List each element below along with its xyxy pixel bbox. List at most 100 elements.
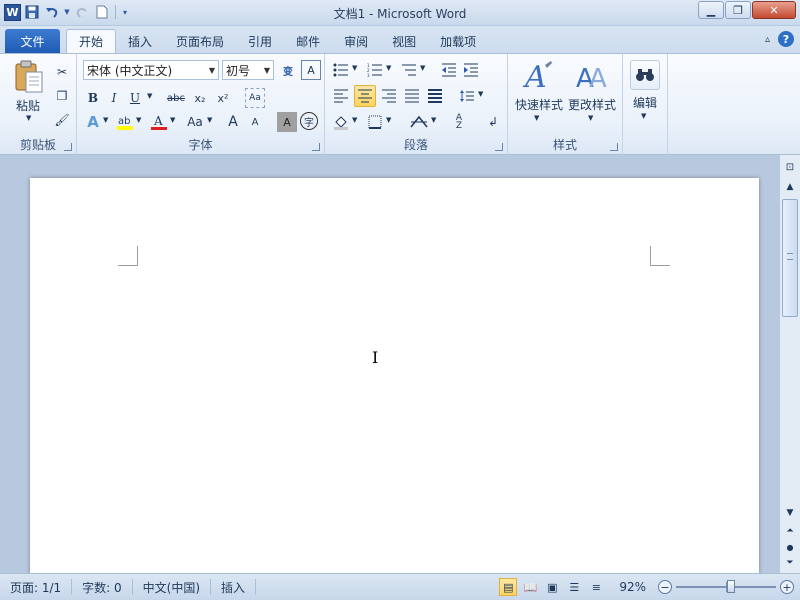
superscript-button[interactable]: x²	[213, 88, 233, 108]
zoom-knob[interactable]	[727, 580, 735, 593]
page-count[interactable]: 页面: 1/1	[0, 579, 73, 595]
numbering-icon[interactable]: 123	[365, 60, 385, 80]
word-count[interactable]: 字数: 0	[72, 579, 133, 595]
tab-review[interactable]: 审阅	[332, 29, 380, 53]
previous-page-icon[interactable]: ⏶	[782, 523, 798, 539]
scroll-up-icon[interactable]: ▲	[782, 179, 798, 195]
restore-button[interactable]: ❐	[725, 1, 751, 19]
chinese-layout-dropdown-icon[interactable]: ▼	[431, 116, 436, 124]
change-styles-button[interactable]: 更改样式	[568, 96, 616, 113]
line-spacing-dropdown-icon[interactable]: ▼	[478, 90, 483, 98]
font-launcher-icon[interactable]	[312, 143, 320, 151]
increase-indent-icon[interactable]	[461, 60, 481, 80]
decrease-indent-icon[interactable]	[439, 60, 459, 80]
change-case-dropdown-icon[interactable]: ▼	[207, 116, 212, 124]
chinese-layout-icon[interactable]	[407, 112, 431, 132]
borders-icon[interactable]	[365, 112, 385, 132]
grow-font-button[interactable]: A	[223, 112, 243, 132]
character-border-icon[interactable]: A	[301, 60, 321, 80]
paste-icon[interactable]	[14, 60, 44, 94]
editing-button[interactable]: 编辑	[633, 94, 657, 111]
zoom-level[interactable]: 92%	[619, 580, 646, 594]
phonetic-guide-icon[interactable]: 变	[278, 60, 298, 80]
font-color-icon[interactable]: A	[149, 112, 169, 132]
numbering-dropdown-icon[interactable]: ▼	[386, 64, 391, 72]
print-layout-icon[interactable]: ▤	[499, 578, 518, 596]
tab-home[interactable]: 开始	[66, 29, 117, 53]
quick-styles-dropdown-icon[interactable]: ▼	[534, 114, 539, 122]
bullets-icon[interactable]	[331, 60, 351, 80]
underline-dropdown-icon[interactable]: ▼	[147, 92, 152, 100]
justify-icon[interactable]	[402, 86, 422, 106]
shading-dropdown-icon[interactable]: ▼	[352, 116, 357, 124]
highlight-dropdown-icon[interactable]: ▼	[136, 116, 141, 124]
align-center-icon[interactable]	[354, 85, 376, 107]
align-left-icon[interactable]	[331, 86, 351, 106]
tab-addins[interactable]: 加载项	[428, 29, 488, 53]
minimize-ribbon-icon[interactable]: ▵	[765, 34, 770, 45]
show-marks-icon[interactable]: ↲	[483, 112, 503, 132]
language-indicator[interactable]: 中文(中国)	[133, 579, 212, 595]
zoom-out-icon[interactable]: −	[658, 580, 672, 594]
insert-mode-indicator[interactable]: 插入	[211, 579, 257, 595]
highlight-icon[interactable]: ab	[115, 112, 135, 132]
multilevel-list-icon[interactable]	[399, 60, 419, 80]
editing-dropdown-icon[interactable]: ▼	[641, 112, 646, 120]
bold-button[interactable]: B	[83, 88, 103, 108]
bullets-dropdown-icon[interactable]: ▼	[352, 64, 357, 72]
browse-object-icon[interactable]: ●	[782, 539, 798, 555]
tab-references[interactable]: 引用	[236, 29, 284, 53]
text-effects-dropdown-icon[interactable]: ▼	[103, 116, 108, 124]
font-size-combo[interactable]: 初号 ▼	[222, 60, 274, 80]
cut-icon[interactable]: ✂	[52, 62, 72, 82]
font-name-combo[interactable]: 宋体 (中文正文) ▼	[83, 60, 219, 80]
text-effects-icon[interactable]: A	[83, 112, 103, 132]
full-screen-reading-icon[interactable]: 📖	[521, 578, 539, 596]
next-page-icon[interactable]: ⏷	[782, 555, 798, 571]
scroll-down-icon[interactable]: ▼	[782, 505, 798, 521]
tab-insert[interactable]: 插入	[116, 29, 164, 53]
close-button[interactable]: ✕	[752, 1, 796, 19]
borders-dropdown-icon[interactable]: ▼	[386, 116, 391, 124]
shrink-font-button[interactable]: A	[245, 112, 265, 132]
clear-formatting-icon[interactable]: Aa	[245, 88, 265, 108]
subscript-button[interactable]: x₂	[190, 88, 210, 108]
chevron-down-icon[interactable]: ▼	[261, 61, 273, 79]
italic-button[interactable]: I	[104, 88, 124, 108]
format-painter-icon[interactable]: 🖌	[52, 110, 72, 130]
change-styles-icon[interactable]: AA	[574, 58, 610, 94]
web-layout-icon[interactable]: ▣	[543, 578, 561, 596]
sort-icon[interactable]: AZ	[449, 112, 469, 132]
distributed-align-icon[interactable]	[425, 86, 445, 106]
align-right-icon[interactable]	[379, 86, 399, 106]
quick-styles-icon[interactable]: A	[520, 58, 556, 94]
multilevel-dropdown-icon[interactable]: ▼	[420, 64, 425, 72]
underline-button[interactable]: U	[125, 88, 145, 108]
paragraph-launcher-icon[interactable]	[495, 143, 503, 151]
paste-dropdown-icon[interactable]: ▼	[26, 114, 31, 122]
zoom-slider[interactable]	[676, 578, 776, 596]
tab-file[interactable]: 文件	[5, 29, 60, 53]
change-case-button[interactable]: Aa	[183, 112, 207, 132]
paste-button[interactable]: 粘贴	[16, 97, 40, 114]
character-shading-icon[interactable]: A	[277, 112, 297, 132]
copy-icon[interactable]: ❐	[52, 86, 72, 106]
strikethrough-button[interactable]: abc	[163, 88, 189, 108]
shading-icon[interactable]	[331, 112, 351, 132]
font-color-dropdown-icon[interactable]: ▼	[170, 116, 175, 124]
vertical-scrollbar[interactable]: ⊡ ▲ ▼ ⏶ ● ⏷	[779, 155, 800, 573]
tab-mailings[interactable]: 邮件	[284, 29, 332, 53]
outline-view-icon[interactable]: ☰	[565, 578, 583, 596]
clipboard-launcher-icon[interactable]	[64, 143, 72, 151]
enclose-characters-icon[interactable]: 字	[300, 112, 318, 130]
zoom-in-icon[interactable]: +	[780, 580, 794, 594]
document-page[interactable]: I	[30, 178, 759, 573]
tab-view[interactable]: 视图	[380, 29, 428, 53]
minimize-button[interactable]: ▁	[698, 1, 724, 19]
line-spacing-icon[interactable]	[457, 86, 477, 106]
tab-page-layout[interactable]: 页面布局	[164, 29, 236, 53]
quick-styles-button[interactable]: 快速样式	[515, 96, 563, 113]
draft-view-icon[interactable]: ≡	[587, 578, 605, 596]
styles-launcher-icon[interactable]	[610, 143, 618, 151]
help-icon[interactable]: ?	[778, 31, 794, 47]
